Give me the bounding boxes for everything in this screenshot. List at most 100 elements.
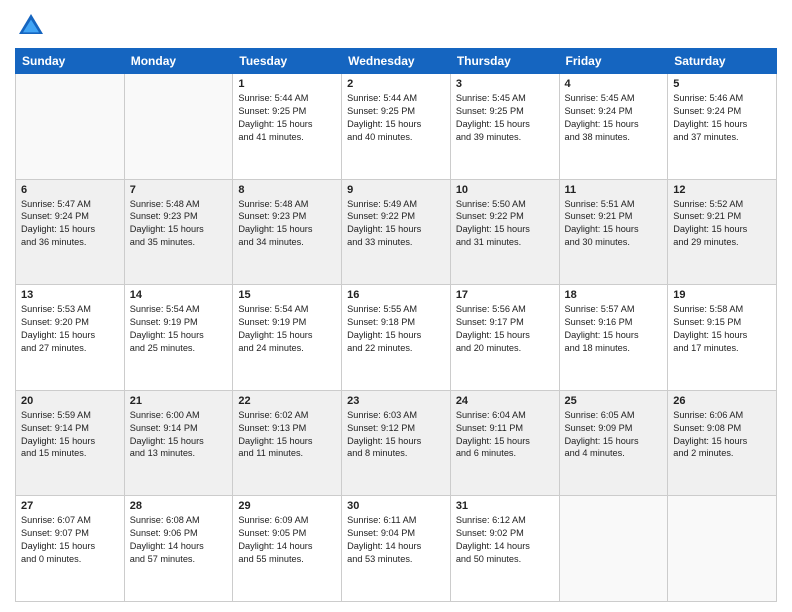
day-cell: 22Sunrise: 6:02 AM Sunset: 9:13 PM Dayli… [233, 390, 342, 496]
day-cell: 19 Sunrise: 5:58 AM Sunset: 9:15 PM Dayli… [668, 285, 777, 391]
day-cell: 29 Sunrise: 6:09 AM Sunset: 9:05 PM Dayli… [233, 496, 342, 602]
day-info: Sunrise: 6:04 AM Sunset: 9:11 PM Dayligh… [456, 409, 554, 461]
day-number: 18 [565, 289, 663, 301]
day-info: Sunrise: 6:02 AM Sunset: 9:13 PM Dayligh… [238, 409, 336, 461]
header [15, 10, 777, 42]
week-row-3: 20 Sunrise: 5:59 AM Sunset: 9:14 PM Dayli… [16, 390, 777, 496]
day-number: 10 [456, 184, 554, 196]
day-cell: 5 Sunrise: 5:46 AM Sunset: 9:24 PM Daylig… [668, 74, 777, 180]
day-number: 28 [130, 500, 228, 512]
day-number: 24 [456, 395, 554, 407]
week-row-0: 1 Sunrise: 5:44 AM Sunset: 9:25 PM Daylig… [16, 74, 777, 180]
calendar-table: SundayMondayTuesdayWednesdayThursdayFrid… [15, 48, 777, 602]
day-info: Sunrise: 6:06 AM Sunset: 9:08 PM Dayligh… [673, 409, 771, 461]
day-cell: 8 Sunrise: 5:48 AM Sunset: 9:23 PM Daylig… [233, 179, 342, 285]
day-cell [559, 496, 668, 602]
week-row-4: 27 Sunrise: 6:07 AM Sunset: 9:07 PM Dayli… [16, 496, 777, 602]
day-number: 5 [673, 78, 771, 90]
day-number: 8 [238, 184, 336, 196]
day-number: 15 [238, 289, 336, 301]
day-info: Sunrise: 5:55 AM Sunset: 9:18 PM Dayligh… [347, 303, 445, 355]
day-number: 16 [347, 289, 445, 301]
day-cell [668, 496, 777, 602]
day-cell: 7 Sunrise: 5:48 AM Sunset: 9:23 PM Daylig… [124, 179, 233, 285]
day-number: 21 [130, 395, 228, 407]
day-number: 6 [21, 184, 119, 196]
day-cell: 9 Sunrise: 5:49 AM Sunset: 9:22 PM Daylig… [342, 179, 451, 285]
day-info: Sunrise: 6:05 AM Sunset: 9:09 PM Dayligh… [565, 409, 663, 461]
day-cell: 17 Sunrise: 5:56 AM Sunset: 9:17 PM Dayli… [450, 285, 559, 391]
day-info: Sunrise: 5:51 AM Sunset: 9:21 PM Dayligh… [565, 198, 663, 250]
weekday-header-friday: Friday [559, 49, 668, 74]
day-cell: 28 Sunrise: 6:08 AM Sunset: 9:06 PM Dayli… [124, 496, 233, 602]
day-number: 4 [565, 78, 663, 90]
day-cell: 30 Sunrise: 6:11 AM Sunset: 9:04 PM Dayli… [342, 496, 451, 602]
day-info: Sunrise: 6:08 AM Sunset: 9:06 PM Dayligh… [130, 514, 228, 566]
day-info: Sunrise: 6:11 AM Sunset: 9:04 PM Dayligh… [347, 514, 445, 566]
day-info: Sunrise: 5:52 AM Sunset: 9:21 PM Dayligh… [673, 198, 771, 250]
day-cell: 24 Sunrise: 6:04 AM Sunset: 9:11 PM Dayli… [450, 390, 559, 496]
day-cell: 2Sunrise: 5:44 AM Sunset: 9:25 PM Daylig… [342, 74, 451, 180]
logo-icon [15, 10, 47, 42]
day-info: Sunrise: 5:58 AM Sunset: 9:15 PM Dayligh… [673, 303, 771, 355]
day-info: Sunrise: 5:59 AM Sunset: 9:14 PM Dayligh… [21, 409, 119, 461]
day-number: 26 [673, 395, 771, 407]
day-cell: 10 Sunrise: 5:50 AM Sunset: 9:22 PM Dayli… [450, 179, 559, 285]
day-info: Sunrise: 5:47 AM Sunset: 9:24 PM Dayligh… [21, 198, 119, 250]
day-number: 29 [238, 500, 336, 512]
day-info: Sunrise: 5:48 AM Sunset: 9:23 PM Dayligh… [130, 198, 228, 250]
day-number: 7 [130, 184, 228, 196]
day-cell: 27 Sunrise: 6:07 AM Sunset: 9:07 PM Dayli… [16, 496, 125, 602]
day-cell: 26 Sunrise: 6:06 AM Sunset: 9:08 PM Dayli… [668, 390, 777, 496]
day-info: Sunrise: 6:12 AM Sunset: 9:02 PM Dayligh… [456, 514, 554, 566]
day-number: 1 [238, 78, 336, 90]
day-number: 27 [21, 500, 119, 512]
day-cell: 11 Sunrise: 5:51 AM Sunset: 9:21 PM Dayli… [559, 179, 668, 285]
day-number: 19 [673, 289, 771, 301]
day-info: Sunrise: 5:57 AM Sunset: 9:16 PM Dayligh… [565, 303, 663, 355]
day-cell: 1Sunrise: 5:44 AM Sunset: 9:25 PM Daylig… [233, 74, 342, 180]
day-info: Sunrise: 5:54 AM Sunset: 9:19 PM Dayligh… [238, 303, 336, 355]
day-number: 13 [21, 289, 119, 301]
day-cell: 12 Sunrise: 5:52 AM Sunset: 9:21 PM Dayli… [668, 179, 777, 285]
day-number: 12 [673, 184, 771, 196]
day-cell: 16 Sunrise: 5:55 AM Sunset: 9:18 PM Dayli… [342, 285, 451, 391]
day-number: 20 [21, 395, 119, 407]
weekday-header-row: SundayMondayTuesdayWednesdayThursdayFrid… [16, 49, 777, 74]
day-info: Sunrise: 6:07 AM Sunset: 9:07 PM Dayligh… [21, 514, 119, 566]
day-number: 30 [347, 500, 445, 512]
day-cell: 15 Sunrise: 5:54 AM Sunset: 9:19 PM Dayli… [233, 285, 342, 391]
day-info: Sunrise: 6:09 AM Sunset: 9:05 PM Dayligh… [238, 514, 336, 566]
weekday-header-tuesday: Tuesday [233, 49, 342, 74]
page: SundayMondayTuesdayWednesdayThursdayFrid… [0, 0, 792, 612]
day-cell: 23Sunrise: 6:03 AM Sunset: 9:12 PM Dayli… [342, 390, 451, 496]
weekday-header-sunday: Sunday [16, 49, 125, 74]
day-number: 9 [347, 184, 445, 196]
weekday-header-monday: Monday [124, 49, 233, 74]
day-info: Sunrise: 5:48 AM Sunset: 9:23 PM Dayligh… [238, 198, 336, 250]
logo [15, 10, 51, 42]
day-number: 17 [456, 289, 554, 301]
day-number: 3 [456, 78, 554, 90]
day-info: Sunrise: 5:54 AM Sunset: 9:19 PM Dayligh… [130, 303, 228, 355]
day-info: Sunrise: 5:53 AM Sunset: 9:20 PM Dayligh… [21, 303, 119, 355]
day-cell: 6 Sunrise: 5:47 AM Sunset: 9:24 PM Daylig… [16, 179, 125, 285]
day-info: Sunrise: 5:45 AM Sunset: 9:24 PM Dayligh… [565, 92, 663, 144]
week-row-1: 6 Sunrise: 5:47 AM Sunset: 9:24 PM Daylig… [16, 179, 777, 285]
day-cell: 14 Sunrise: 5:54 AM Sunset: 9:19 PM Dayli… [124, 285, 233, 391]
day-number: 14 [130, 289, 228, 301]
day-number: 25 [565, 395, 663, 407]
day-info: Sunrise: 5:50 AM Sunset: 9:22 PM Dayligh… [456, 198, 554, 250]
day-cell: 18 Sunrise: 5:57 AM Sunset: 9:16 PM Dayli… [559, 285, 668, 391]
day-cell: 20 Sunrise: 5:59 AM Sunset: 9:14 PM Dayli… [16, 390, 125, 496]
week-row-2: 13 Sunrise: 5:53 AM Sunset: 9:20 PM Dayli… [16, 285, 777, 391]
day-info: Sunrise: 5:49 AM Sunset: 9:22 PM Dayligh… [347, 198, 445, 250]
day-cell: 4 Sunrise: 5:45 AM Sunset: 9:24 PM Daylig… [559, 74, 668, 180]
day-info: Sunrise: 5:56 AM Sunset: 9:17 PM Dayligh… [456, 303, 554, 355]
day-number: 31 [456, 500, 554, 512]
day-cell: 3Sunrise: 5:45 AM Sunset: 9:25 PM Daylig… [450, 74, 559, 180]
day-number: 11 [565, 184, 663, 196]
day-cell: 13 Sunrise: 5:53 AM Sunset: 9:20 PM Dayli… [16, 285, 125, 391]
day-info: Sunrise: 5:46 AM Sunset: 9:24 PM Dayligh… [673, 92, 771, 144]
day-info: Sunrise: 5:44 AM Sunset: 9:25 PM Dayligh… [347, 92, 445, 144]
